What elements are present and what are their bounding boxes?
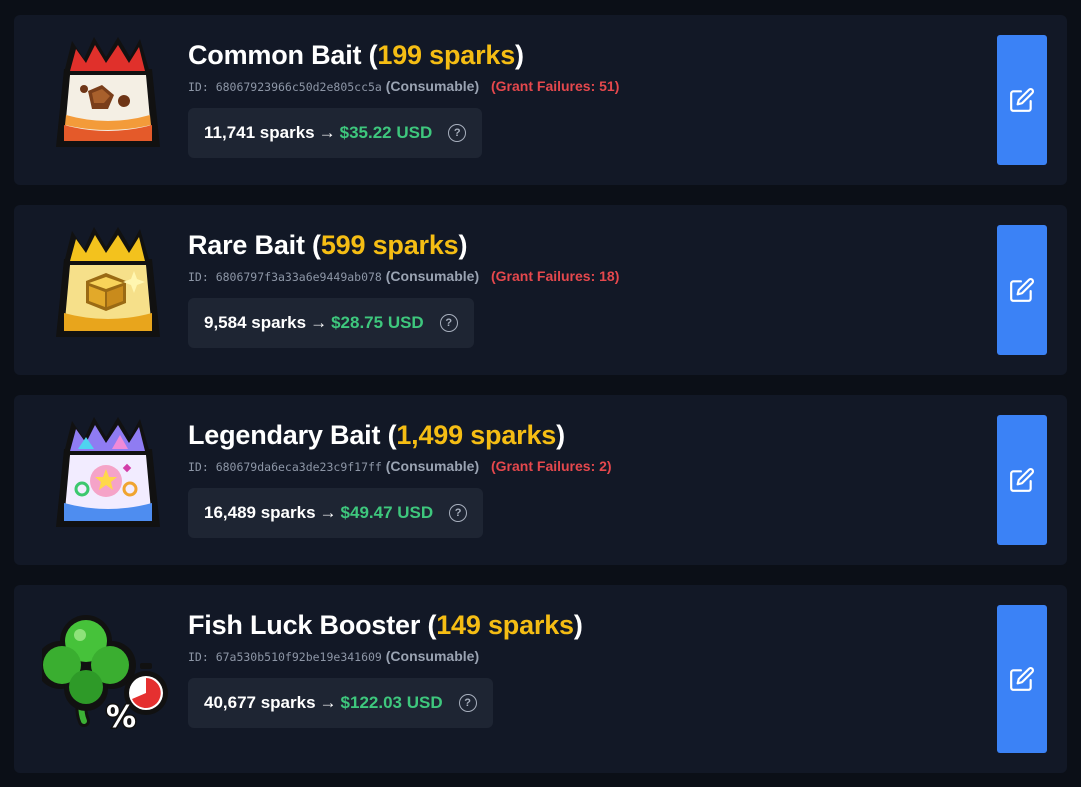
item-price: 1,499 sparks (396, 420, 557, 450)
grant-failures: (Grant Failures: 2) (491, 458, 612, 474)
edit-icon (1010, 278, 1034, 302)
edit-icon (1010, 468, 1034, 492)
usd-value: $28.75 USD (331, 313, 424, 332)
arrow-icon: → (318, 123, 336, 142)
item-info: Rare Bait (599 sparks) ID: 6806797f3a33a… (188, 229, 967, 348)
item-title: Common Bait (199 sparks) (188, 40, 524, 70)
sparks-total: 9,584 sparks (204, 313, 307, 332)
item-card: % Fish Luck Booster (149 sparks) ID: 67a… (14, 585, 1067, 773)
item-price: 199 sparks (377, 40, 516, 70)
item-id: ID: 680679da6eca3de23c9f17ff (188, 460, 382, 474)
arrow-icon: → (310, 313, 328, 332)
item-title: Fish Luck Booster (149 sparks) (188, 610, 583, 640)
sparks-conversion: 16,489 sparks → $49.47 USD ? (188, 488, 484, 538)
clover-luck-booster-icon: % (42, 615, 168, 735)
item-name: Rare Bait (188, 230, 305, 260)
item-meta: ID: 67a530b510f92be19e341609 (Consumable… (188, 647, 967, 666)
item-price: 599 sparks (320, 230, 459, 260)
item-price: 149 sparks (436, 610, 574, 640)
edit-button[interactable] (997, 225, 1047, 355)
usd-value: $35.22 USD (339, 123, 433, 142)
item-meta: ID: 6806797f3a33a6e9449ab078 (Consumable… (188, 267, 967, 286)
usd-value: $49.47 USD (340, 503, 434, 522)
bait-bag-gold-icon (56, 227, 160, 337)
usd-value: $122.03 USD (340, 693, 443, 712)
help-icon[interactable]: ? (439, 314, 458, 332)
item-name: Legendary Bait (188, 420, 381, 450)
sparks-conversion: 11,741 sparks → $35.22 USD ? (188, 108, 483, 158)
item-name: Common Bait (188, 40, 362, 70)
item-id: ID: 6806797f3a33a6e9449ab078 (188, 270, 382, 284)
item-info: Fish Luck Booster (149 sparks) ID: 67a53… (188, 609, 967, 728)
help-icon[interactable]: ? (448, 124, 467, 142)
sparks-total: 11,741 sparks (204, 123, 315, 142)
edit-button[interactable] (997, 35, 1047, 165)
item-card: Common Bait (199 sparks) ID: 68067923966… (14, 15, 1067, 185)
edit-icon (1010, 667, 1034, 691)
grant-failures: (Grant Failures: 51) (491, 78, 620, 94)
edit-button[interactable] (997, 415, 1047, 545)
arrow-icon: → (319, 503, 337, 522)
bait-bag-rainbow-icon (56, 417, 160, 527)
item-type: (Consumable) (385, 78, 480, 94)
item-type: (Consumable) (385, 648, 480, 664)
sparks-total: 40,677 sparks (204, 693, 316, 712)
sparks-conversion: 9,584 sparks → $28.75 USD ? (188, 298, 474, 348)
sparks-total: 16,489 sparks (204, 503, 316, 522)
item-info: Legendary Bait (1,499 sparks) ID: 680679… (188, 419, 967, 538)
item-card: Rare Bait (599 sparks) ID: 6806797f3a33a… (14, 205, 1067, 375)
item-meta: ID: 680679da6eca3de23c9f17ff (Consumable… (188, 457, 967, 476)
bait-bag-red-icon (56, 37, 160, 147)
item-id: ID: 67a530b510f92be19e341609 (188, 650, 382, 664)
edit-icon (1010, 88, 1034, 112)
help-icon[interactable]: ? (458, 694, 477, 712)
edit-button[interactable] (997, 605, 1047, 753)
item-title: Rare Bait (599 sparks) (188, 230, 468, 260)
svg-text:%: % (106, 700, 136, 735)
item-info: Common Bait (199 sparks) ID: 68067923966… (188, 39, 967, 158)
arrow-icon: → (319, 693, 337, 712)
item-card: Legendary Bait (1,499 sparks) ID: 680679… (14, 395, 1067, 565)
sparks-conversion: 40,677 sparks → $122.03 USD ? (188, 678, 493, 728)
item-name: Fish Luck Booster (188, 610, 421, 640)
item-type: (Consumable) (385, 458, 480, 474)
item-id: ID: 68067923966c50d2e805cc5a (188, 80, 382, 94)
help-icon[interactable]: ? (449, 504, 468, 522)
item-list: Common Bait (199 sparks) ID: 68067923966… (0, 0, 1081, 787)
item-type: (Consumable) (385, 268, 480, 284)
grant-failures: (Grant Failures: 18) (491, 268, 620, 284)
item-title: Legendary Bait (1,499 sparks) (188, 420, 565, 450)
item-meta: ID: 68067923966c50d2e805cc5a (Consumable… (188, 77, 967, 96)
